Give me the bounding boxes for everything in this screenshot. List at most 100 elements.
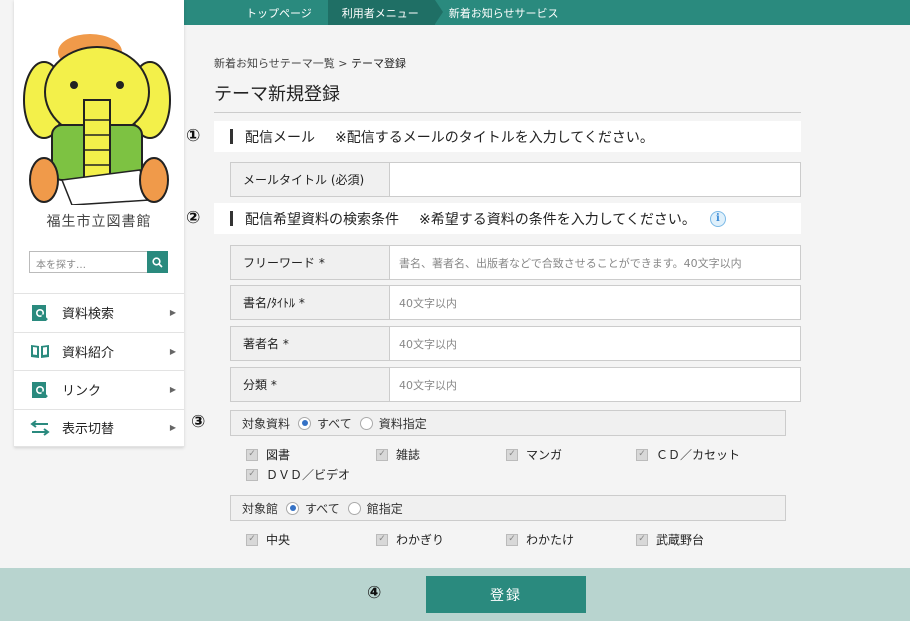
library-specify-radio[interactable]	[347, 501, 361, 515]
sidebar-item-label: 資料検索	[62, 307, 115, 323]
step-marker-2: ②	[186, 208, 201, 228]
checkbox-label: 図書	[266, 448, 291, 462]
checkbox-label: ＣＤ／カセット	[656, 448, 741, 462]
section-bar	[230, 211, 233, 226]
library-check-musashinodai[interactable]: ✓ 武蔵野台	[636, 531, 704, 548]
sidebar-item-links[interactable]: リンク ▶	[14, 370, 184, 409]
chevron-right-icon: ▶	[169, 423, 176, 433]
chevron-right-icon: ▶	[169, 346, 176, 356]
checkbox[interactable]: ✓	[376, 533, 388, 546]
topnav-user-menu-link[interactable]: 利用者メニュー	[319, 0, 443, 25]
author-row: 著者名 * 40文字以内	[230, 326, 801, 361]
book-search-input[interactable]: 本を探す…	[29, 251, 147, 273]
library-check-wakatake[interactable]: ✓ わかたけ	[506, 531, 574, 548]
mail-title-input[interactable]	[390, 163, 800, 196]
sidebar-item-display-switch[interactable]: 表示切替 ▶	[14, 408, 184, 447]
checkbox[interactable]: ✓	[246, 533, 258, 546]
breadcrumb-parent-link[interactable]: 新着お知らせテーマ一覧	[214, 57, 335, 70]
sidebar-item-label: 資料紹介	[62, 345, 115, 361]
book-search-button[interactable]	[147, 251, 168, 273]
sidebar-nav: 資料検索 ▶ 資料紹介 ▶ リンク ▶ 表示切替 ▶	[14, 293, 184, 447]
sidebar-item-label: 表示切替	[62, 422, 115, 438]
library-all-radio[interactable]	[286, 501, 300, 515]
freeword-label: フリーワード *	[231, 246, 390, 279]
material-specify-radio[interactable]	[359, 416, 373, 430]
library-check-wakagiri[interactable]: ✓ わかぎり	[376, 531, 444, 548]
switch-arrows-icon	[30, 419, 50, 437]
search-icon	[152, 256, 163, 268]
checkbox-label: わかたけ	[526, 533, 575, 547]
page-title: テーマ新規登録	[214, 80, 801, 113]
material-check-dvd[interactable]: ✓ ＤＶＤ／ビデオ	[246, 466, 350, 483]
classification-row: 分類 * 40文字以内	[230, 367, 801, 402]
checkbox[interactable]: ✓	[246, 468, 258, 481]
section-bar	[230, 129, 233, 144]
section-note: ※希望する資料の条件を入力してください。	[419, 211, 696, 228]
step-marker-3: ③	[191, 412, 206, 432]
checkbox-label: わかぎり	[396, 533, 445, 547]
checkbox-label: 武蔵野台	[656, 533, 705, 547]
checkbox[interactable]: ✓	[246, 448, 258, 461]
title-row: 書名/ﾀｲﾄﾙ * 40文字以内	[230, 285, 801, 320]
material-check-books[interactable]: ✓ 図書	[246, 446, 290, 463]
material-check-cd[interactable]: ✓ ＣＤ／カセット	[636, 446, 740, 463]
library-radio-row: 対象館 すべて 館指定	[230, 495, 786, 521]
title-label: 書名/ﾀｲﾄﾙ *	[231, 286, 390, 319]
chevron-right-icon: ▶	[169, 385, 176, 395]
checkbox[interactable]: ✓	[636, 533, 648, 546]
library-check-central[interactable]: ✓ 中央	[246, 531, 290, 548]
open-book-icon	[30, 342, 50, 360]
library-label: 対象館	[242, 501, 279, 516]
sidebar-item-material-intro[interactable]: 資料紹介 ▶	[14, 331, 184, 371]
checkbox[interactable]: ✓	[506, 533, 518, 546]
checkbox-label: 中央	[266, 533, 291, 547]
material-all-radio[interactable]	[298, 416, 312, 430]
checkbox[interactable]: ✓	[636, 448, 648, 461]
chevron-right-icon: ▶	[169, 308, 176, 318]
checkbox-label: マンガ	[526, 448, 563, 462]
title-input[interactable]: 40文字以内	[390, 286, 800, 319]
register-button[interactable]: 登録	[426, 576, 586, 613]
material-radio-row: 対象資料 すべて 資料指定	[230, 410, 786, 436]
classification-input[interactable]: 40文字以内	[390, 368, 800, 401]
sidebar-item-label: リンク	[62, 384, 102, 400]
checkbox[interactable]: ✓	[506, 448, 518, 461]
checkbox-label: 雑誌	[396, 448, 421, 462]
section-title: 配信メール	[245, 129, 315, 146]
library-name: 福生市立図書館	[46, 214, 152, 230]
section-title: 配信希望資料の検索条件	[245, 211, 399, 228]
author-label: 著者名 *	[231, 327, 390, 360]
radio-label: 資料指定	[378, 416, 427, 431]
mail-title-row: メールタイトル (必須)	[230, 162, 801, 197]
breadcrumb-separator: >	[338, 57, 348, 70]
mail-title-label: メールタイトル (必須)	[231, 163, 390, 196]
material-label: 対象資料	[242, 416, 291, 431]
classification-label: 分類 *	[231, 368, 390, 401]
topnav-home-link[interactable]: トップページ	[184, 0, 328, 25]
book-search-icon	[30, 304, 50, 322]
checkbox[interactable]: ✓	[376, 448, 388, 461]
freeword-row: フリーワード * 書名、著者名、出版者などで合致させることができます。40文字以…	[230, 245, 801, 280]
material-check-magazines[interactable]: ✓ 雑誌	[376, 446, 420, 463]
radio-label: すべて	[305, 501, 340, 516]
section-mail-header: 配信メール ※配信するメールのタイトルを入力してください。	[214, 121, 801, 152]
author-input[interactable]: 40文字以内	[390, 327, 800, 360]
info-icon[interactable]: i	[709, 210, 726, 227]
top-navigation: トップページ 利用者メニュー 新着お知らせサービス	[184, 0, 910, 25]
sidebar: 福生市立図書館 本を探す… 資料検索 ▶ 資料紹介 ▶ リンク ▶ 表示切替 ▶	[14, 0, 184, 447]
topnav-news-service-link[interactable]: 新着お知らせサービス	[435, 0, 575, 25]
radio-label: 館指定	[366, 501, 403, 516]
checkbox-label: ＤＶＤ／ビデオ	[266, 468, 351, 482]
radio-label: すべて	[317, 416, 352, 431]
material-check-manga[interactable]: ✓ マンガ	[506, 446, 562, 463]
step-marker-4: ④	[367, 583, 382, 603]
step-marker-1: ①	[186, 126, 201, 146]
link-search-icon	[30, 381, 50, 399]
section-search-header: 配信希望資料の検索条件 ※希望する資料の条件を入力してください。 i	[214, 203, 801, 234]
freeword-input[interactable]: 書名、著者名、出版者などで合致させることができます。40文字以内	[390, 246, 800, 279]
section-note: ※配信するメールのタイトルを入力してください。	[335, 129, 654, 146]
breadcrumb-current: テーマ登録	[351, 57, 406, 70]
breadcrumb: 新着お知らせテーマ一覧 > テーマ登録	[214, 55, 406, 71]
sidebar-item-material-search[interactable]: 資料検索 ▶	[14, 293, 184, 332]
library-mascot-logo[interactable]	[22, 30, 177, 205]
